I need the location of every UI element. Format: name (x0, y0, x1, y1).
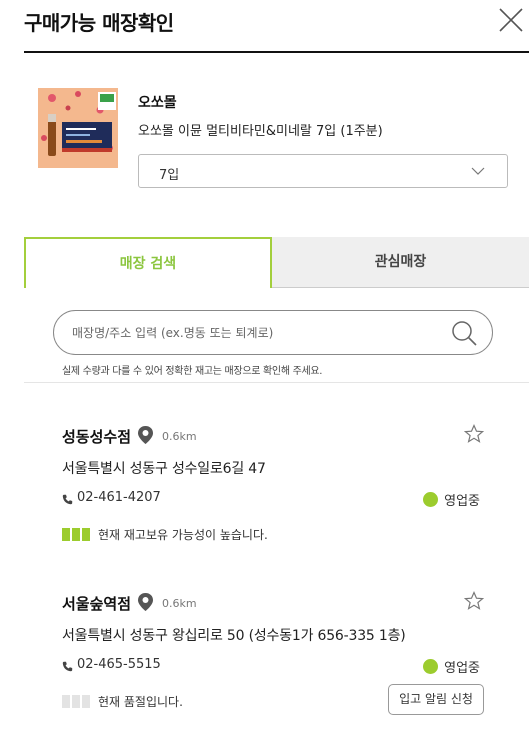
stock-availability-text: 현재 재고보유 가능성이 높습니다. (98, 528, 268, 542)
favorite-star-icon[interactable] (464, 424, 484, 444)
product-brand: 오쏘몰 (138, 95, 177, 111)
search-button[interactable] (450, 319, 478, 347)
option-selected-value: 7입 (159, 168, 180, 183)
section-divider (24, 382, 529, 383)
chevron-down-icon (471, 167, 485, 175)
stock-bar (72, 528, 80, 541)
restock-alert-button[interactable]: 입고 알림 신청 (388, 684, 484, 715)
search-input[interactable] (72, 319, 442, 347)
store-status: 영업중 (444, 494, 480, 509)
stock-bar (62, 528, 70, 541)
product-image (38, 88, 118, 168)
map-pin-icon[interactable] (137, 592, 154, 612)
store-tabs: 매장 검색 관심매장 (24, 237, 529, 288)
phone-icon (62, 661, 73, 672)
favorite-star-icon[interactable] (464, 591, 484, 611)
close-icon (499, 8, 523, 32)
stock-notice: 실제 수량과 다를 수 있어 정확한 재고는 매장으로 확인해 주세요. (62, 366, 323, 377)
stock-bar (82, 695, 90, 708)
store-distance: 0.6km (162, 597, 197, 610)
product-summary: 오쏘몰 오쏘몰 이뮨 멀티비타민&미네랄 7입 (1주분) 7입 (38, 88, 518, 198)
option-dropdown[interactable]: 7입 (138, 154, 508, 188)
store-name: 성동성수점 (62, 428, 132, 446)
map-pin-icon[interactable] (137, 425, 154, 445)
stock-availability-text: 현재 품절입니다. (98, 695, 183, 709)
stock-bar (72, 695, 80, 708)
store-name: 서울숲역점 (62, 595, 132, 613)
store-item: 성동성수점 0.6km 서울특별시 성동구 성수일로6길 47 02-461-4… (62, 420, 492, 560)
modal-header: 구매가능 매장확인 (0, 0, 529, 53)
header-divider (24, 51, 529, 53)
stock-level-bars (62, 528, 90, 541)
status-indicator (423, 492, 438, 507)
store-distance: 0.6km (162, 430, 197, 443)
stock-bar (82, 528, 90, 541)
tab-favorite-stores[interactable]: 관심매장 (272, 237, 529, 288)
page-title: 구매가능 매장확인 (24, 11, 174, 35)
close-button[interactable] (497, 6, 525, 34)
product-name: 오쏘몰 이뮨 멀티비타민&미네랄 7입 (1주분) (138, 124, 383, 139)
search-bar (53, 310, 493, 355)
store-phone[interactable]: 02-461-4207 (77, 490, 161, 505)
store-phone[interactable]: 02-465-5515 (77, 657, 161, 672)
tab-store-search[interactable]: 매장 검색 (24, 237, 272, 288)
stock-level-bars (62, 695, 90, 708)
store-status: 영업중 (444, 661, 480, 676)
status-indicator (423, 659, 438, 674)
phone-icon (62, 494, 73, 505)
store-address: 서울특별시 성동구 왕십리로 50 (성수동1가 656-335 1층) (62, 628, 406, 644)
stock-bar (62, 695, 70, 708)
product-thumbnail (38, 88, 118, 168)
search-icon (452, 321, 477, 346)
store-item: 서울숲역점 0.6km 서울특별시 성동구 왕십리로 50 (성수동1가 656… (62, 587, 492, 727)
store-address: 서울특별시 성동구 성수일로6길 47 (62, 461, 266, 477)
